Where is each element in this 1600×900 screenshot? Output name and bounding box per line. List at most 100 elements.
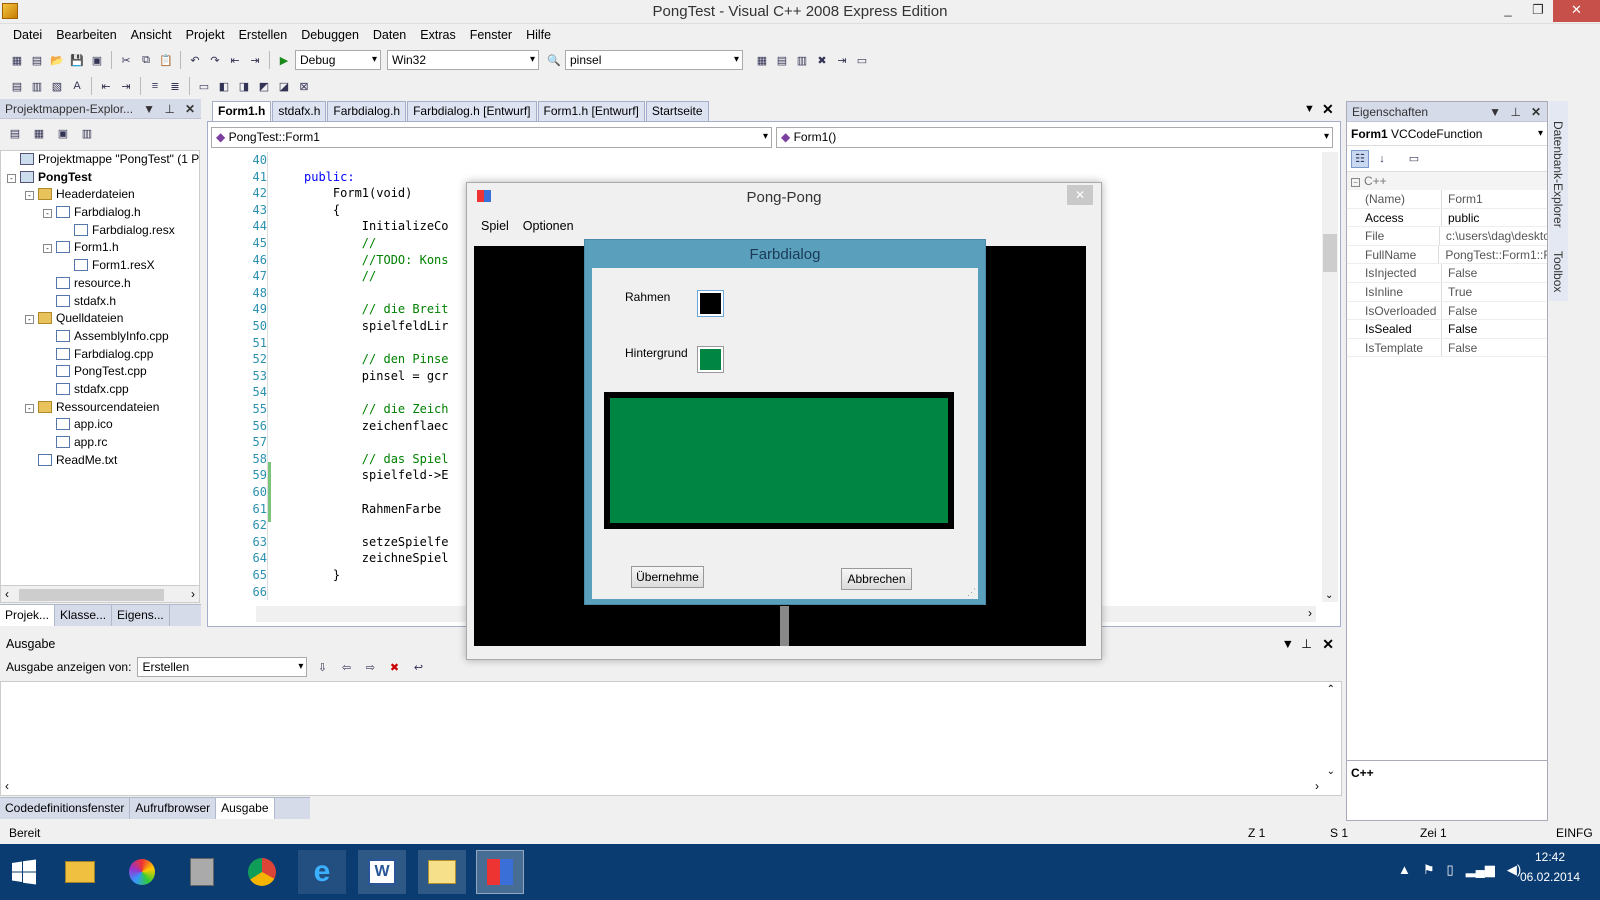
quick-info-icon[interactable]: ▧ [48, 77, 66, 95]
property-value[interactable]: False [1442, 264, 1477, 282]
menu-datei[interactable]: Datei [6, 28, 49, 42]
prev-bookmark-icon[interactable]: ◧ [215, 77, 233, 95]
pin-icon[interactable]: ⊥ [165, 99, 175, 119]
tab-toolbox[interactable]: Toolbox [1551, 251, 1565, 292]
device-icon[interactable]: ▯ [1447, 862, 1454, 878]
property-value[interactable]: c:\users\dag\deskto [1440, 227, 1547, 245]
property-value[interactable]: False [1442, 302, 1477, 320]
find-prev-icon[interactable]: ⇦ [337, 658, 355, 676]
property-value[interactable]: PongTest::Form1::F [1439, 246, 1547, 264]
tree-item[interactable]: - Ressourcendateien [1, 399, 199, 417]
navigate-forward-icon[interactable]: ⇥ [246, 51, 264, 69]
tree-item[interactable]: resource.h [1, 275, 199, 293]
menu-projekt[interactable]: Projekt [179, 28, 232, 42]
tree-item[interactable]: Form1.resX [1, 257, 199, 275]
close-button[interactable]: ✕ [1553, 0, 1600, 22]
paste-icon[interactable]: 📋 [157, 51, 175, 69]
tab-output[interactable]: Ausgabe [216, 798, 275, 819]
maximize-button[interactable]: ❐ [1523, 0, 1553, 22]
tree-item[interactable]: - PongTest [1, 169, 199, 187]
comment-icon[interactable]: ≡ [146, 77, 164, 95]
property-value[interactable]: Form1 [1442, 190, 1483, 208]
start-page-icon[interactable]: ⇥ [833, 51, 851, 69]
find-in-files-icon[interactable]: 🔍 [545, 51, 563, 69]
file-explorer-icon[interactable] [56, 850, 104, 894]
property-row[interactable]: IsSealed False [1347, 320, 1547, 339]
next-bookmark-icon[interactable]: ◨ [235, 77, 253, 95]
member-combo[interactable]: ◆ Form1() [776, 127, 1333, 148]
show-hidden-icons-icon[interactable]: ▲ [1398, 862, 1411, 878]
start-button[interactable] [0, 850, 48, 894]
tab-class-view[interactable]: Klasse... [55, 605, 113, 626]
tree-item[interactable]: - Headerdateien [1, 186, 199, 204]
property-row[interactable]: Access public [1347, 208, 1547, 228]
menu-optionen[interactable]: Optionen [523, 219, 574, 233]
menu-erstellen[interactable]: Erstellen [232, 28, 295, 42]
menu-hilfe[interactable]: Hilfe [519, 28, 558, 42]
scroll-right-icon[interactable]: › [191, 587, 195, 601]
parameter-info-icon[interactable]: ▥ [28, 77, 46, 95]
close-panel-icon[interactable]: ✕ [185, 99, 195, 119]
tab-properties[interactable]: Eigens... [112, 605, 170, 626]
bookmark-icon[interactable]: ▭ [195, 77, 213, 95]
category-header[interactable]: − C++ [1347, 172, 1547, 190]
tab-list-icon[interactable]: ▼ [1304, 103, 1315, 115]
complete-word-icon[interactable]: A [68, 77, 86, 95]
class-combo[interactable]: ◆ PongTest::Form1 [211, 127, 772, 148]
dropdown-icon[interactable]: ▼ [1489, 102, 1501, 122]
save-all-icon[interactable]: ▣ [88, 51, 106, 69]
word-icon[interactable]: W [358, 850, 406, 894]
output-text-area[interactable]: ⌃ ⌄ ‹ › [0, 681, 1342, 796]
navigate-back-icon[interactable]: ⇤ [226, 51, 244, 69]
vertical-scrollbar[interactable]: ⌄ [1322, 152, 1338, 602]
member-list-icon[interactable]: ▤ [8, 77, 26, 95]
menu-debuggen[interactable]: Debuggen [294, 28, 366, 42]
property-pages-icon[interactable]: ▭ [1405, 150, 1423, 168]
collapse-icon[interactable]: - [43, 244, 52, 254]
tree-item[interactable]: app.ico [1, 416, 199, 434]
scroll-down-icon[interactable]: ⌄ [1325, 590, 1333, 601]
collapse-icon[interactable]: − [1351, 178, 1360, 187]
copy-icon[interactable]: ⧉ [137, 51, 155, 69]
object-selector[interactable]: Form1 VCCodeFunction ▾ [1347, 122, 1547, 146]
prev-bookmark-folder-icon[interactable]: ◩ [255, 77, 273, 95]
configuration-select[interactable]: Debug [295, 50, 381, 70]
dropdown-icon[interactable]: ▼ [1282, 633, 1294, 655]
scroll-down-icon[interactable]: ⌄ [1327, 766, 1335, 777]
rahmen-color-button[interactable] [697, 290, 724, 317]
tab-call-browser[interactable]: Aufrufbrowser [130, 798, 217, 819]
menu-bearbeiten[interactable]: Bearbeiten [49, 28, 123, 42]
view-class-diagram-icon[interactable]: ▥ [78, 124, 96, 142]
word-wrap-icon[interactable]: ↩ [409, 658, 427, 676]
collapse-icon[interactable]: - [25, 191, 34, 201]
menu-ansicht[interactable]: Ansicht [124, 28, 179, 42]
internet-explorer-icon[interactable]: e [298, 850, 346, 894]
menu-fenster[interactable]: Fenster [463, 28, 519, 42]
abbrechen-button[interactable]: Abbrechen [841, 568, 912, 590]
tab-farbdialog-design[interactable]: Farbdialog.h [Entwurf] [407, 101, 537, 121]
property-row[interactable]: IsInline True [1347, 282, 1547, 302]
chrome-icon[interactable] [238, 850, 286, 894]
menu-extras[interactable]: Extras [413, 28, 462, 42]
alphabetical-icon[interactable]: ↓ [1373, 150, 1391, 168]
visual-cpp-icon[interactable] [418, 850, 466, 894]
redo-icon[interactable]: ↷ [206, 51, 224, 69]
tree-item[interactable]: - Quelldateien [1, 310, 199, 328]
property-row[interactable]: IsTemplate False [1347, 338, 1547, 358]
object-browser-icon[interactable]: ▥ [793, 51, 811, 69]
scroll-left-icon[interactable]: ‹ [5, 779, 9, 793]
property-row[interactable]: IsInjected False [1347, 264, 1547, 283]
start-debug-icon[interactable]: ▶ [275, 51, 293, 69]
scroll-right-icon[interactable]: › [1308, 606, 1312, 620]
dropdown-icon[interactable]: ▼ [143, 99, 155, 119]
clear-bookmarks-icon[interactable]: ⊠ [295, 77, 313, 95]
tab-start-page[interactable]: Startseite [645, 101, 709, 121]
property-value[interactable]: False [1442, 320, 1477, 338]
collapse-icon[interactable]: - [25, 315, 34, 325]
tree-item[interactable]: ReadMe.txt [1, 452, 199, 470]
clear-all-icon[interactable]: ✖ [385, 658, 403, 676]
scroll-left-icon[interactable]: ‹ [5, 587, 9, 601]
indent-icon[interactable]: ⇥ [117, 77, 135, 95]
property-value[interactable]: True [1442, 283, 1472, 301]
tab-form1-h[interactable]: Form1.h [212, 101, 272, 121]
